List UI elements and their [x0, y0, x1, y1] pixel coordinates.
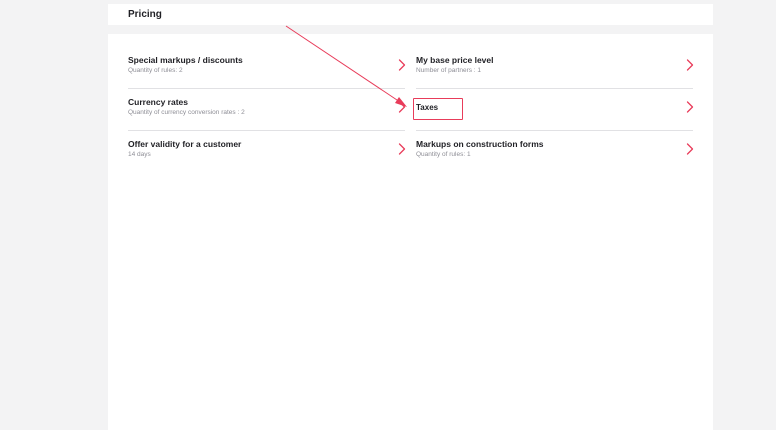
chevron-right-icon[interactable] [686, 58, 694, 72]
base-price-level-item[interactable]: My base price level Number of partners :… [416, 47, 694, 89]
pricing-right-column: My base price level Number of partners :… [413, 47, 694, 173]
chevron-right-icon[interactable] [686, 142, 694, 156]
item-title: Special markups / discounts [128, 55, 243, 65]
chevron-right-icon[interactable] [686, 100, 694, 114]
pricing-settings-panel: Special markups / discounts Quantity of … [108, 34, 713, 430]
page-header: Pricing [108, 4, 713, 25]
offer-validity-item[interactable]: Offer validity for a customer 14 days [128, 131, 406, 173]
item-subtitle: Quantity of rules: 2 [128, 67, 183, 74]
special-markups-discounts-item[interactable]: Special markups / discounts Quantity of … [128, 47, 406, 89]
taxes-item[interactable]: Taxes [413, 89, 694, 131]
item-title: Taxes [416, 103, 439, 112]
item-title: Offer validity for a customer [128, 139, 242, 149]
item-title: Markups on construction forms [416, 139, 544, 149]
item-title: Currency rates [128, 97, 189, 107]
chevron-right-icon[interactable] [398, 142, 406, 156]
construction-forms-markups-item[interactable]: Markups on construction forms Quantity o… [416, 131, 694, 173]
pricing-left-column: Special markups / discounts Quantity of … [128, 47, 406, 173]
chevron-right-icon[interactable] [398, 58, 406, 72]
item-subtitle: Quantity of rules: 1 [416, 151, 471, 158]
chevron-right-icon[interactable] [398, 100, 406, 114]
item-subtitle: 14 days [128, 151, 151, 158]
item-title: My base price level [416, 55, 494, 65]
page-title: Pricing [128, 9, 162, 20]
item-subtitle: Number of partners : 1 [416, 67, 482, 74]
currency-rates-item[interactable]: Currency rates Quantity of currency conv… [128, 89, 406, 131]
item-subtitle: Quantity of currency conversion rates : … [128, 109, 245, 116]
